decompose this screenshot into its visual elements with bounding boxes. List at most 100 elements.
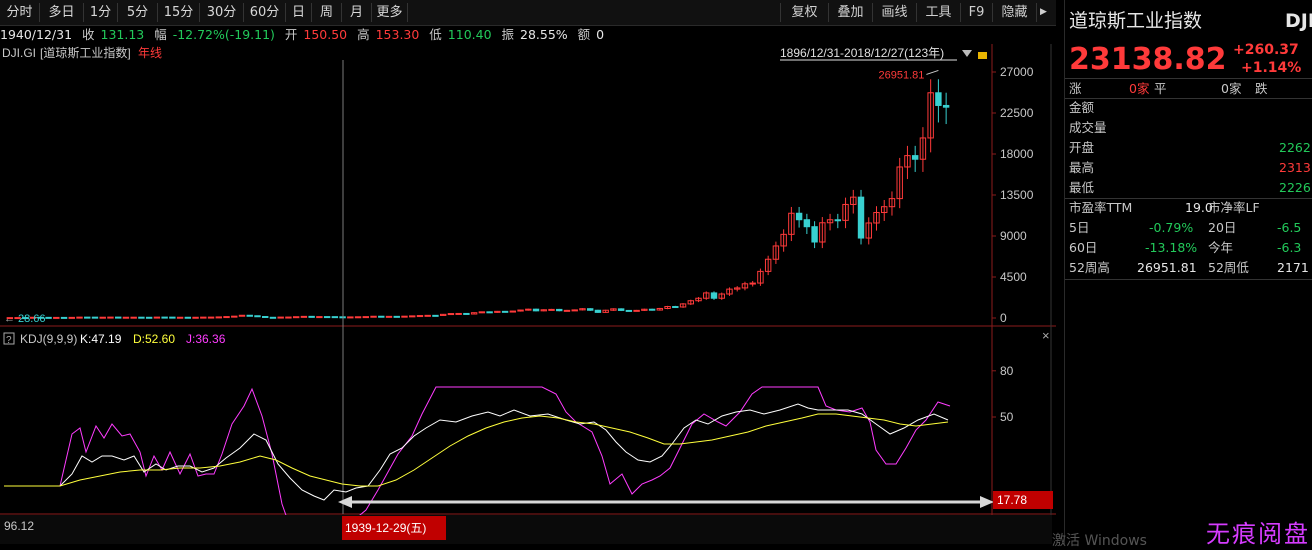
max-price-label: 26951.81 — [879, 69, 925, 81]
tool-button-1[interactable]: 叠加 — [828, 3, 872, 22]
cursor-value: 17.78 — [997, 493, 1027, 507]
y-label-kdj-1: 50 — [1000, 410, 1014, 424]
info-date: 1940/12/31 — [0, 27, 73, 42]
quote-panel: 道琼斯工业指数 DJI 23138.82 +260.37 +1.14% 涨 0家… — [1064, 0, 1312, 544]
d60-label: 60日 — [1069, 240, 1098, 255]
chart-area[interactable]: DJI.GI [道琼斯工业指数] 年线 1896/12/31-2018/12/27(1… — [0, 44, 1056, 544]
candle-body-36 — [285, 316, 292, 319]
candle-body-53 — [416, 315, 424, 318]
period-tab-4[interactable]: 15分 — [158, 3, 200, 22]
y-label-main-0: 27000 — [1000, 65, 1034, 79]
candle-body-10 — [84, 316, 91, 319]
pe-label: 市盈率TTM — [1069, 200, 1133, 215]
period-tab-10[interactable]: 更多 — [372, 3, 408, 22]
info-amp: 28.55% — [520, 27, 568, 42]
period-tab-1[interactable]: 多日 — [40, 3, 84, 22]
min-price-label: 28.66 — [18, 313, 46, 325]
candle-body-104 — [811, 226, 818, 243]
candle-body-40 — [316, 316, 323, 319]
low-value: 2226 — [1279, 180, 1311, 195]
candle-body-9 — [76, 316, 83, 319]
candle-body-16 — [130, 316, 137, 319]
period-tab-8[interactable]: 周 — [312, 3, 342, 22]
ytd-label: 今年 — [1208, 240, 1234, 255]
candle-body-75 — [586, 308, 594, 311]
candle-body-57 — [447, 313, 455, 316]
tool-button-4[interactable]: F9 — [960, 3, 992, 22]
period-tab-5[interactable]: 30分 — [200, 3, 244, 22]
period-tab-7[interactable]: 日 — [286, 3, 312, 22]
dropdown-icon[interactable] — [962, 50, 972, 57]
period-tab-2[interactable]: 1分 — [84, 3, 118, 22]
period-tab-0[interactable]: 分时 — [0, 3, 40, 22]
candle-body-28 — [223, 316, 230, 319]
open-label: 开盘 — [1069, 140, 1095, 155]
period-toolbar: 分时 多日 1分 5分 15分 30分 60分日周月更多 复权 叠加 画线 工具 F9 隐藏 ▶ — [0, 0, 1056, 26]
up-count: 0家 — [1129, 81, 1150, 96]
lock-icon[interactable] — [978, 52, 987, 59]
quote-code: DJI — [1285, 10, 1312, 32]
info-close: 131.13 — [100, 27, 145, 42]
period-tab-3[interactable]: 5分 — [118, 3, 158, 22]
candle-body-64 — [501, 310, 509, 313]
tool-button-3[interactable]: 工具 — [916, 3, 960, 22]
y-label-main-1: 22500 — [1000, 106, 1034, 120]
help-icon: ? — [6, 335, 12, 346]
quote-price: 23138.82 — [1069, 42, 1227, 77]
candle-body-59 — [463, 312, 470, 315]
candle-body-42 — [331, 316, 339, 319]
candle-body-48 — [378, 315, 385, 318]
candle-body-14 — [114, 316, 122, 319]
up-label: 涨 — [1069, 81, 1082, 96]
candle-body-25 — [200, 316, 207, 319]
chart-range-text: 1896/12/31-2018/12/27(123年) — [780, 46, 944, 60]
y-label-main-6: 0 — [1000, 311, 1007, 325]
tool-button-0[interactable]: 复权 — [780, 3, 828, 22]
d20-label: 20日 — [1208, 220, 1237, 235]
d5-value: -0.79% — [1149, 220, 1194, 235]
candle-body-27 — [215, 316, 222, 319]
kdj-k-line — [4, 403, 949, 501]
candle-body-30 — [238, 314, 246, 317]
candle-body-61 — [478, 311, 486, 314]
max-pointer — [926, 69, 939, 75]
open-value: 2262 — [1279, 140, 1311, 155]
candle-body-73 — [571, 309, 578, 312]
candle-body-19 — [153, 316, 161, 319]
kdj-title: KDJ(9,9,9) — [20, 332, 77, 346]
tool-button-2[interactable]: 画线 — [872, 3, 916, 22]
candle-body-44 — [347, 316, 354, 319]
period-tab-6[interactable]: 60分 — [244, 3, 286, 22]
tool-button-5[interactable]: 隐藏 — [992, 3, 1036, 22]
bottom-left-value: 96.12 — [4, 519, 34, 533]
candle-body-120 — [935, 92, 942, 106]
y-label-main-2: 18000 — [1000, 147, 1034, 161]
flat-label: 平 — [1154, 81, 1167, 96]
candle-body-51 — [401, 315, 408, 318]
candle-body-22 — [176, 316, 184, 319]
y-label-main-5: 4500 — [1000, 270, 1027, 284]
volume-label: 成交量 — [1069, 120, 1107, 135]
candle-body-13 — [107, 316, 114, 319]
candle-body-54 — [424, 314, 431, 317]
kdj-close-icon: × — [1042, 328, 1050, 343]
period-tab-9[interactable]: 月 — [342, 3, 372, 22]
candle-body-33 — [262, 316, 269, 319]
candle-body-39 — [308, 315, 315, 318]
high-label: 最高 — [1069, 160, 1095, 175]
info-amount-label: 额 — [577, 27, 591, 42]
candle-body-68 — [532, 308, 540, 312]
candle-body-55 — [432, 314, 439, 317]
candle-body-32 — [254, 315, 261, 318]
candle-body-15 — [122, 316, 130, 319]
collapse-arrow-icon[interactable]: ▶ — [1036, 3, 1050, 22]
down-count: 0家 — [1221, 81, 1242, 96]
candle-body-38 — [300, 315, 308, 318]
w52h-value: 26951.81 — [1137, 260, 1197, 275]
candle-body-11 — [91, 316, 99, 319]
info-low-label: 低 — [429, 27, 442, 42]
candle-body-12 — [99, 316, 106, 319]
candle-body-110 — [857, 196, 865, 239]
info-change-label: 幅 — [154, 27, 167, 42]
candle-body-35 — [277, 316, 284, 319]
